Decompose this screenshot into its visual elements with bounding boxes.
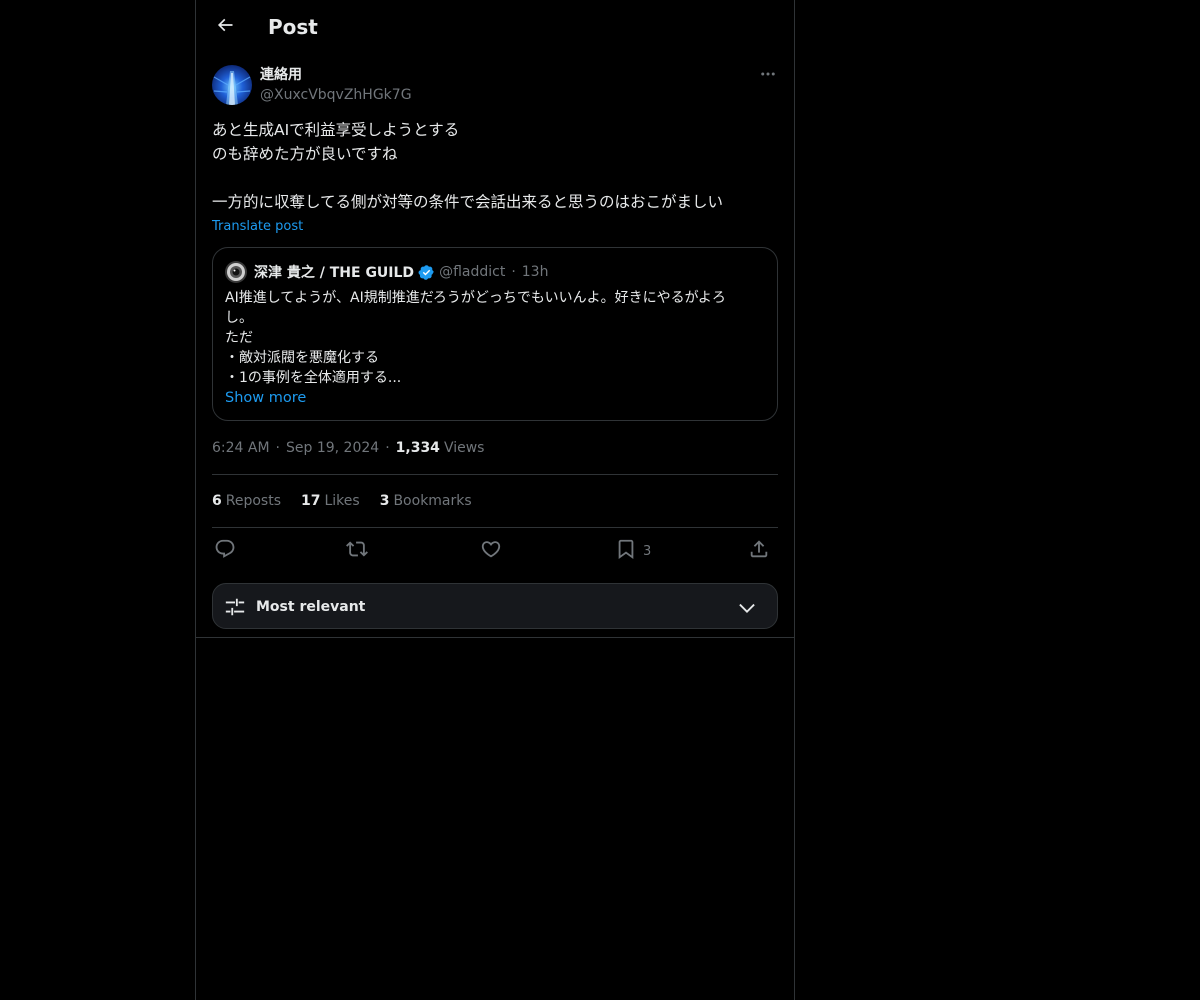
reposts-stat[interactable]: 6 Reposts: [212, 493, 281, 509]
primary-column: Post 連絡用 @XuxcVbqvZhHGk7G あと生成AIで利益享受しよう…: [195, 0, 795, 1000]
reply-icon: [214, 538, 236, 564]
page-header: Post: [196, 0, 794, 54]
post-meta: 6:24 AM · Sep 19, 2024 · 1,334 Views: [212, 438, 484, 458]
bookmark-button[interactable]: 3: [615, 536, 651, 566]
sliders-icon: [224, 596, 246, 622]
post-text-line: あと生成AIで利益享受しようとする: [212, 121, 460, 139]
quote-author-handle: @fladdict: [439, 264, 506, 280]
quote-separator: ·: [511, 264, 516, 280]
reply-button[interactable]: [214, 536, 236, 566]
post-date[interactable]: Sep 19, 2024: [286, 440, 379, 456]
repost-button[interactable]: [346, 536, 368, 566]
bookmark-count: 3: [643, 543, 652, 559]
likes-label: Likes: [324, 493, 360, 509]
likes-stat[interactable]: 17 Likes: [301, 493, 360, 509]
quote-author-avatar: [225, 261, 247, 283]
share-icon: [748, 538, 770, 564]
bookmarks-label: Bookmarks: [393, 493, 472, 509]
like-button[interactable]: [480, 536, 502, 566]
post-text-line: のも辞めた方が良いですね: [212, 145, 398, 163]
quote-meta: 深津 貴之 / THE GUILD @fladdict · 13h: [254, 262, 548, 282]
divider: [212, 474, 778, 475]
more-options-button[interactable]: [754, 62, 782, 90]
divider: [212, 527, 778, 528]
column-bottom-border: [196, 637, 794, 638]
page-title: Post: [268, 15, 318, 39]
verified-badge-icon: [418, 264, 435, 281]
quote-text-line: ・1の事例を全体適用する...: [225, 370, 402, 386]
arrow-left-icon: [215, 15, 235, 39]
chevron-down-icon: [736, 597, 758, 623]
quote-text: AI推進してようが、AI規制推進だろうがどっちでもいいんよ。好きにやるがよろ し…: [225, 288, 765, 388]
likes-count: 17: [301, 493, 321, 509]
views-count: 1,334: [395, 440, 440, 456]
meta-separator: ·: [275, 440, 280, 456]
quote-timestamp: 13h: [521, 264, 549, 280]
action-bar: 3: [212, 536, 778, 566]
bookmarks-count: 3: [379, 493, 390, 509]
share-button[interactable]: [748, 536, 770, 566]
quoted-post[interactable]: 深津 貴之 / THE GUILD @fladdict · 13h AI推進して…: [212, 247, 778, 421]
quote-text-line: ただ: [225, 330, 253, 346]
author-avatar[interactable]: [212, 65, 252, 105]
post-text-line: 一方的に収奪してる側が対等の条件で会話出来ると思うのはおこがましい: [212, 193, 724, 211]
reply-sort-dropdown[interactable]: Most relevant: [212, 583, 778, 629]
quote-text-line: し。: [225, 310, 253, 326]
heart-icon: [480, 538, 502, 564]
post-time[interactable]: 6:24 AM: [212, 440, 270, 456]
quote-author-name: 深津 貴之 / THE GUILD: [254, 265, 415, 281]
post-text: あと生成AIで利益享受しようとする のも辞めた方が良いですね 一方的に収奪してる…: [212, 118, 782, 214]
meta-separator: ·: [385, 440, 390, 456]
show-more-link[interactable]: Show more: [225, 388, 306, 408]
engagement-stats: 6 Reposts 17 Likes 3 Bookmarks: [212, 491, 492, 511]
sort-label: Most relevant: [256, 599, 366, 615]
author-name[interactable]: 連絡用: [260, 65, 302, 85]
translate-post-link[interactable]: Translate post: [212, 217, 303, 237]
reposts-count: 6: [212, 493, 222, 509]
post-text-line: [212, 166, 782, 190]
quote-text-line: ・敵対派閥を悪魔化する: [225, 350, 379, 366]
bookmark-icon: [615, 538, 637, 564]
quote-text-line: AI推進してようが、AI規制推進だろうがどっちでもいいんよ。好きにやるがよろ: [225, 290, 726, 306]
repost-icon: [346, 538, 368, 564]
back-button[interactable]: [208, 10, 242, 44]
bookmarks-stat[interactable]: 3 Bookmarks: [380, 493, 472, 509]
author-handle[interactable]: @XuxcVbqvZhHGk7G: [260, 85, 412, 105]
views-label: Views: [443, 440, 485, 456]
more-icon: [759, 65, 777, 87]
reposts-label: Reposts: [225, 493, 281, 509]
